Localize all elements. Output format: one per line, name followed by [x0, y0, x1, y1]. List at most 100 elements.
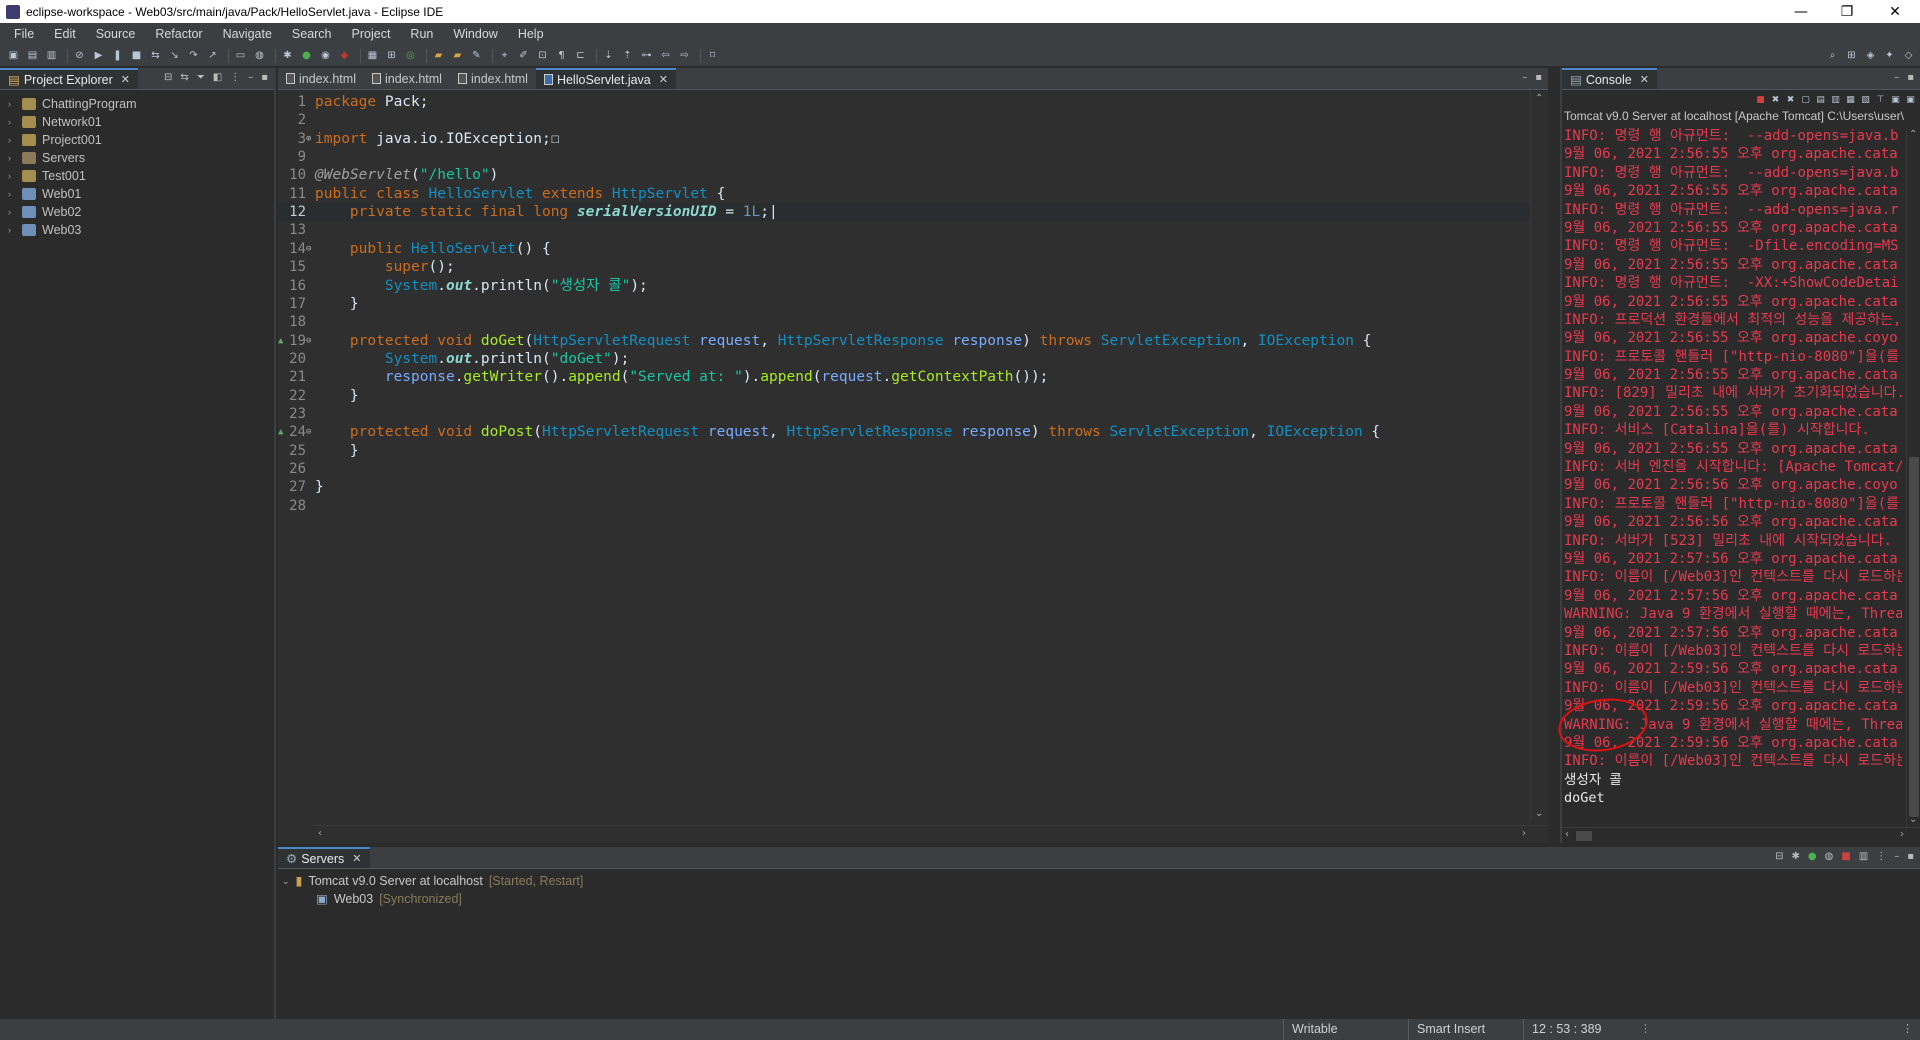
fold-toggle-icon[interactable]: ⊖: [306, 332, 314, 350]
menu-help[interactable]: Help: [508, 23, 554, 45]
code-text-area[interactable]: 1 package Pack; 2 3 ⊕ import java.io.IOExcept…: [278, 91, 1548, 821]
scroll-up-icon[interactable]: ⌃: [1535, 93, 1543, 104]
code-line[interactable]: 16 System.out.println("생성자 콜");: [278, 277, 1530, 295]
tree-item-test001[interactable]: › Test001: [0, 167, 274, 185]
tree-item-web03[interactable]: › Web03: [0, 221, 274, 239]
view-menu-icon[interactable]: ⋮: [1876, 851, 1886, 862]
coverage-icon[interactable]: ◉: [318, 49, 333, 63]
chevron-down-icon[interactable]: ⌄: [282, 872, 290, 890]
menu-refactor[interactable]: Refactor: [145, 23, 212, 45]
debug-perspective-icon[interactable]: ✦: [1882, 49, 1897, 63]
publish-icon[interactable]: ▥: [1859, 851, 1868, 862]
code-line[interactable]: 12 private static final long serialVersi…: [278, 203, 1530, 222]
suspend-icon[interactable]: ❚: [110, 49, 125, 63]
terminate-icon[interactable]: ■: [1755, 95, 1766, 106]
pin-editor-icon[interactable]: ⌑: [705, 49, 720, 63]
scroll-lock-icon[interactable]: ▤: [1815, 95, 1826, 106]
collapse-all-icon[interactable]: ⊟: [1775, 851, 1783, 862]
previous-annotation-icon[interactable]: ⇡: [620, 49, 635, 63]
step-return-icon[interactable]: ↗: [205, 49, 220, 63]
scroll-up-icon[interactable]: ⌃: [1909, 129, 1917, 140]
tree-item-project001[interactable]: › Project001: [0, 131, 274, 149]
scrollbar-thumb[interactable]: [1909, 457, 1919, 817]
code-line[interactable]: 14 ⊖ public HelloServlet() {: [278, 240, 1530, 258]
step-over-icon[interactable]: ↷: [186, 49, 201, 63]
scroll-left-icon[interactable]: ‹: [318, 828, 322, 839]
chevron-right-icon[interactable]: ›: [8, 167, 18, 185]
close-icon[interactable]: ✕: [1640, 73, 1649, 86]
scroll-right-icon[interactable]: ›: [1522, 828, 1526, 839]
last-edit-location-icon[interactable]: ⊶: [639, 49, 654, 63]
code-line[interactable]: 15 super();: [278, 258, 1530, 276]
minimize-button[interactable]: —: [1778, 0, 1824, 23]
open-perspective-icon[interactable]: ⊞: [1844, 49, 1859, 63]
new-class-icon[interactable]: ◎: [403, 49, 418, 63]
code-line[interactable]: 20 System.out.println("doGet");: [278, 350, 1530, 368]
editor-horizontal-scrollbar[interactable]: ‹ ›: [314, 825, 1548, 843]
code-line[interactable]: 17 }: [278, 295, 1530, 313]
code-line[interactable]: 9: [278, 148, 1530, 166]
new-java-project-icon[interactable]: ▦: [365, 49, 380, 63]
collapse-all-icon[interactable]: ⊟: [164, 72, 172, 83]
clear-console-icon[interactable]: ▢: [1800, 95, 1811, 106]
pin-console-icon[interactable]: ⊤: [1875, 95, 1886, 106]
filter-icon[interactable]: ⏷: [197, 72, 205, 83]
close-window-button[interactable]: ✕: [1872, 0, 1918, 23]
terminate-icon[interactable]: ■: [129, 49, 144, 63]
scroll-down-icon[interactable]: ⌄: [1909, 814, 1917, 825]
code-line[interactable]: 25 }: [278, 442, 1530, 460]
link-with-editor-icon[interactable]: ⇆: [180, 72, 188, 83]
terminal-icon[interactable]: ▭: [233, 49, 248, 63]
next-annotation-icon[interactable]: ⇣: [601, 49, 616, 63]
save-all-icon[interactable]: ▥: [44, 49, 59, 63]
close-icon[interactable]: ✕: [352, 852, 361, 865]
tab-helloservlet-java[interactable]: HelloServlet.java ✕: [535, 68, 676, 89]
code-line[interactable]: 21 response.getWriter().append("Served a…: [278, 368, 1530, 386]
toggle-block-selection-icon[interactable]: ⊡: [535, 49, 550, 63]
minimize-view-icon[interactable]: –: [248, 72, 253, 83]
status-menu-icon[interactable]: ⋮: [1640, 1022, 1651, 1035]
tree-item-chattingprogram[interactable]: › ChattingProgram: [0, 95, 274, 113]
skip-breakpoints-icon[interactable]: ⊘: [72, 49, 87, 63]
menu-window[interactable]: Window: [443, 23, 507, 45]
forward-icon[interactable]: ⇨: [677, 49, 692, 63]
open-task-icon[interactable]: ▰: [450, 49, 465, 63]
tree-item-web01[interactable]: › Web01: [0, 185, 274, 203]
show-on-stderr-icon[interactable]: ▧: [1860, 95, 1871, 106]
code-line[interactable]: 26: [278, 460, 1530, 478]
remove-all-terminated-icon[interactable]: ✖: [1785, 95, 1796, 106]
menu-source[interactable]: Source: [86, 23, 146, 45]
disconnect-icon[interactable]: ⇆: [148, 49, 163, 63]
view-menu-icon[interactable]: ⋮: [230, 72, 240, 83]
minimize-view-icon[interactable]: –: [1894, 72, 1899, 83]
scroll-down-icon[interactable]: ⌄: [1535, 808, 1543, 819]
code-line[interactable]: 24 ▲ ⊖ protected void doPost(HttpServletRe…: [278, 423, 1530, 441]
tab-index-html-2[interactable]: index.html: [364, 68, 450, 89]
save-icon[interactable]: ▤: [25, 49, 40, 63]
code-line[interactable]: 10 @WebServlet("/hello"): [278, 166, 1530, 184]
tab-index-html-3[interactable]: index.html: [450, 68, 536, 89]
code-line[interactable]: 23: [278, 405, 1530, 423]
code-line[interactable]: 1 package Pack;: [278, 93, 1530, 111]
chevron-right-icon[interactable]: ›: [8, 203, 18, 221]
notification-icon[interactable]: ⋮: [1902, 1022, 1913, 1035]
minimize-view-icon[interactable]: –: [1522, 72, 1527, 83]
menu-project[interactable]: Project: [342, 23, 401, 45]
start-debug-icon[interactable]: ✱: [1791, 851, 1799, 862]
menu-file[interactable]: File: [4, 23, 44, 45]
tab-index-html-1[interactable]: index.html: [278, 68, 364, 89]
debug-icon[interactable]: ✱: [280, 49, 295, 63]
run-icon[interactable]: ●: [299, 49, 314, 63]
code-line[interactable]: 11 public class HelloServlet extends Http…: [278, 185, 1530, 203]
quick-access-search-icon[interactable]: ⌕: [1825, 49, 1840, 63]
open-type-icon[interactable]: ▰: [431, 49, 446, 63]
code-line[interactable]: 28: [278, 497, 1530, 515]
console-vertical-scrollbar[interactable]: ⌃ ⌄: [1906, 127, 1920, 827]
search-toolbar-icon[interactable]: ✎: [469, 49, 484, 63]
start-profile-icon[interactable]: ◍: [1825, 851, 1834, 862]
remove-launch-icon[interactable]: ✖: [1770, 95, 1781, 106]
show-on-stdout-icon[interactable]: ▦: [1845, 95, 1856, 106]
maximize-view-icon[interactable]: ▪: [1535, 72, 1542, 83]
tree-item-network01[interactable]: › Network01: [0, 113, 274, 131]
fold-toggle-icon[interactable]: ⊖: [306, 423, 314, 441]
